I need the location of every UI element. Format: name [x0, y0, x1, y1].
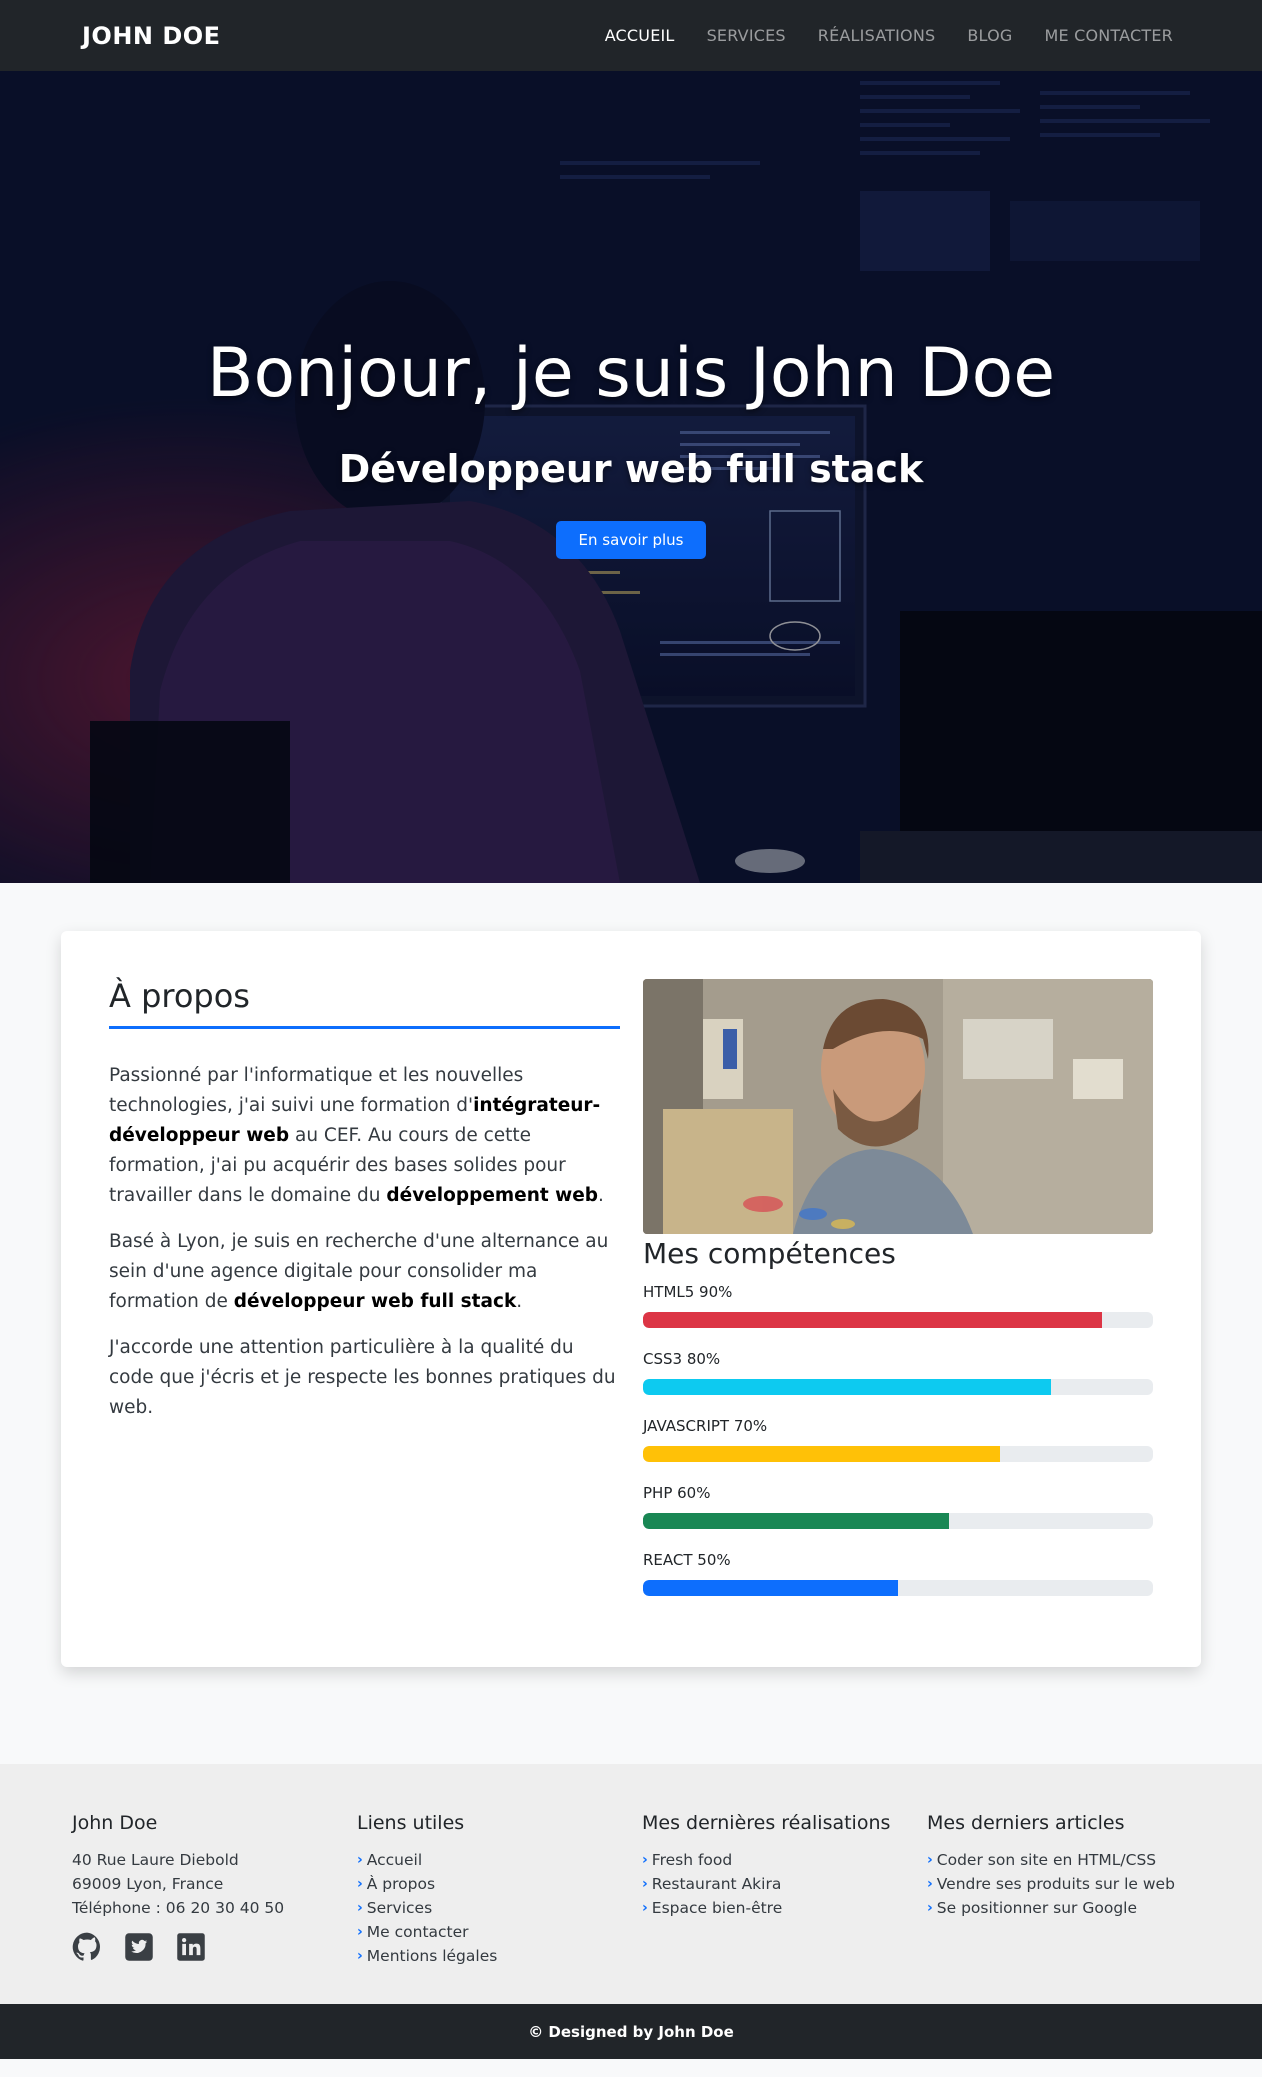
- skill-javascript: JAVASCRIPT 70%: [643, 1417, 1153, 1467]
- footer-link-contact[interactable]: › Me contacter: [357, 1920, 497, 1944]
- skill-css3: CSS3 80%: [643, 1350, 1153, 1400]
- copyright-bar: © Designed by John Doe: [0, 2004, 1262, 2059]
- chevron-right-icon: ›: [927, 1876, 933, 1892]
- github-icon[interactable]: [72, 1932, 102, 1962]
- footer-phone: Téléphone : 06 20 30 40 50: [72, 1899, 285, 1917]
- footer-work-restaurant-akira[interactable]: › Restaurant Akira: [642, 1872, 890, 1896]
- footer-article-html-css[interactable]: › Coder son site en HTML/CSS: [927, 1848, 1175, 1872]
- skill-progress-track: [643, 1446, 1153, 1462]
- footer-work-fresh-food[interactable]: › Fresh food: [642, 1848, 890, 1872]
- skill-progress-track: [643, 1513, 1153, 1529]
- hero-section: Bonjour, je suis John Doe Développeur we…: [0, 71, 1262, 883]
- footer-link-services[interactable]: › Services: [357, 1896, 497, 1920]
- chevron-right-icon: ›: [642, 1900, 648, 1916]
- footer-article-vendre[interactable]: › Vendre ses produits sur le web: [927, 1872, 1175, 1896]
- about-card: À propos Passionné par l'informatique et…: [61, 931, 1201, 1667]
- portrait-photo: [643, 979, 1153, 1234]
- about-text: Passionné par l'informatique et les nouv…: [109, 1061, 620, 1439]
- chevron-right-icon: ›: [927, 1900, 933, 1916]
- skill-label: CSS3 80%: [643, 1350, 721, 1368]
- skill-progress-track: [643, 1312, 1153, 1328]
- nav-link-accueil[interactable]: ACCUEIL: [605, 26, 675, 45]
- about-paragraph-1: Passionné par l'informatique et les nouv…: [109, 1065, 604, 1206]
- skill-progress-track: [643, 1379, 1153, 1395]
- linkedin-icon[interactable]: [176, 1932, 206, 1962]
- nav-links: ACCUEIL SERVICES RÉALISATIONS BLOG ME CO…: [605, 26, 1173, 45]
- footer-address-line-1: 40 Rue Laure Diebold: [72, 1851, 239, 1869]
- footer-work-espace-bien-etre[interactable]: › Espace bien-être: [642, 1896, 890, 1920]
- about-paragraph-3: J'accorde une attention particulière à l…: [109, 1337, 616, 1418]
- footer-articles-title: Mes derniers articles: [927, 1812, 1125, 1834]
- skill-progress-track: [643, 1580, 1153, 1596]
- chevron-right-icon: ›: [927, 1852, 933, 1868]
- copyright-text: © Designed by John Doe: [528, 2022, 734, 2041]
- nav-link-services[interactable]: SERVICES: [707, 26, 786, 45]
- footer-links-title: Liens utiles: [357, 1812, 465, 1834]
- hero-title: Bonjour, je suis John Doe: [206, 334, 1056, 413]
- nav-link-contact[interactable]: ME CONTACTER: [1044, 26, 1173, 45]
- skill-progress-fill: [643, 1513, 949, 1529]
- footer: John Doe 40 Rue Laure Diebold 69009 Lyon…: [0, 1764, 1262, 2004]
- skill-php: PHP 60%: [643, 1484, 1153, 1534]
- navbar: JOHN DOE ACCUEIL SERVICES RÉALISATIONS B…: [0, 0, 1262, 71]
- bottom-strip: [0, 2059, 1262, 2077]
- footer-article-google[interactable]: › Se positionner sur Google: [927, 1896, 1175, 1920]
- brand-logo[interactable]: JOHN DOE: [82, 22, 221, 50]
- skill-label: JAVASCRIPT 70%: [643, 1417, 768, 1435]
- chevron-right-icon: ›: [357, 1852, 363, 1868]
- skill-progress-fill: [643, 1379, 1051, 1395]
- footer-contact-title: John Doe: [72, 1812, 158, 1834]
- footer-contact-column: John Doe 40 Rue Laure Diebold 69009 Lyon…: [72, 1812, 284, 1962]
- skill-label: HTML5 90%: [643, 1283, 733, 1301]
- skill-html5: HTML5 90%: [643, 1283, 1153, 1333]
- chevron-right-icon: ›: [642, 1852, 648, 1868]
- footer-articles-column: Mes derniers articles › Coder son site en…: [927, 1812, 1175, 1920]
- chevron-right-icon: ›: [357, 1900, 363, 1916]
- footer-works-column: Mes dernières réalisations › Fresh food ›…: [642, 1812, 890, 1920]
- skill-label: REACT 50%: [643, 1551, 731, 1569]
- skill-progress-fill: [643, 1446, 1000, 1462]
- nav-link-blog[interactable]: BLOG: [967, 26, 1012, 45]
- skill-progress-fill: [643, 1312, 1102, 1328]
- skill-progress-fill: [643, 1580, 898, 1596]
- footer-link-mentions[interactable]: › Mentions légales: [357, 1944, 497, 1968]
- chevron-right-icon: ›: [642, 1876, 648, 1892]
- chevron-right-icon: ›: [357, 1948, 363, 1964]
- skill-label: PHP 60%: [643, 1484, 711, 1502]
- chevron-right-icon: ›: [357, 1876, 363, 1892]
- footer-link-a-propos[interactable]: › À propos: [357, 1872, 497, 1896]
- footer-links-column: Liens utiles › Accueil › À propos › Service…: [357, 1812, 497, 1968]
- learn-more-button[interactable]: En savoir plus: [556, 521, 706, 559]
- about-title-underline: [109, 1026, 620, 1029]
- chevron-right-icon: ›: [357, 1924, 363, 1940]
- hero-content: Bonjour, je suis John Doe Développeur we…: [0, 71, 1262, 883]
- skills-title: Mes compétences: [643, 1237, 896, 1270]
- footer-address-line-2: 69009 Lyon, France: [72, 1875, 224, 1893]
- twitter-icon[interactable]: [124, 1932, 154, 1962]
- nav-link-realisations[interactable]: RÉALISATIONS: [818, 26, 936, 45]
- skill-react: REACT 50%: [643, 1551, 1153, 1601]
- about-paragraph-2: Basé à Lyon, je suis en recherche d'une …: [109, 1231, 609, 1312]
- hero-subtitle: Développeur web full stack: [338, 447, 924, 491]
- footer-works-title: Mes dernières réalisations: [642, 1812, 891, 1834]
- about-title: À propos: [109, 977, 250, 1015]
- footer-link-accueil[interactable]: › Accueil: [357, 1848, 497, 1872]
- social-links: [72, 1932, 284, 1962]
